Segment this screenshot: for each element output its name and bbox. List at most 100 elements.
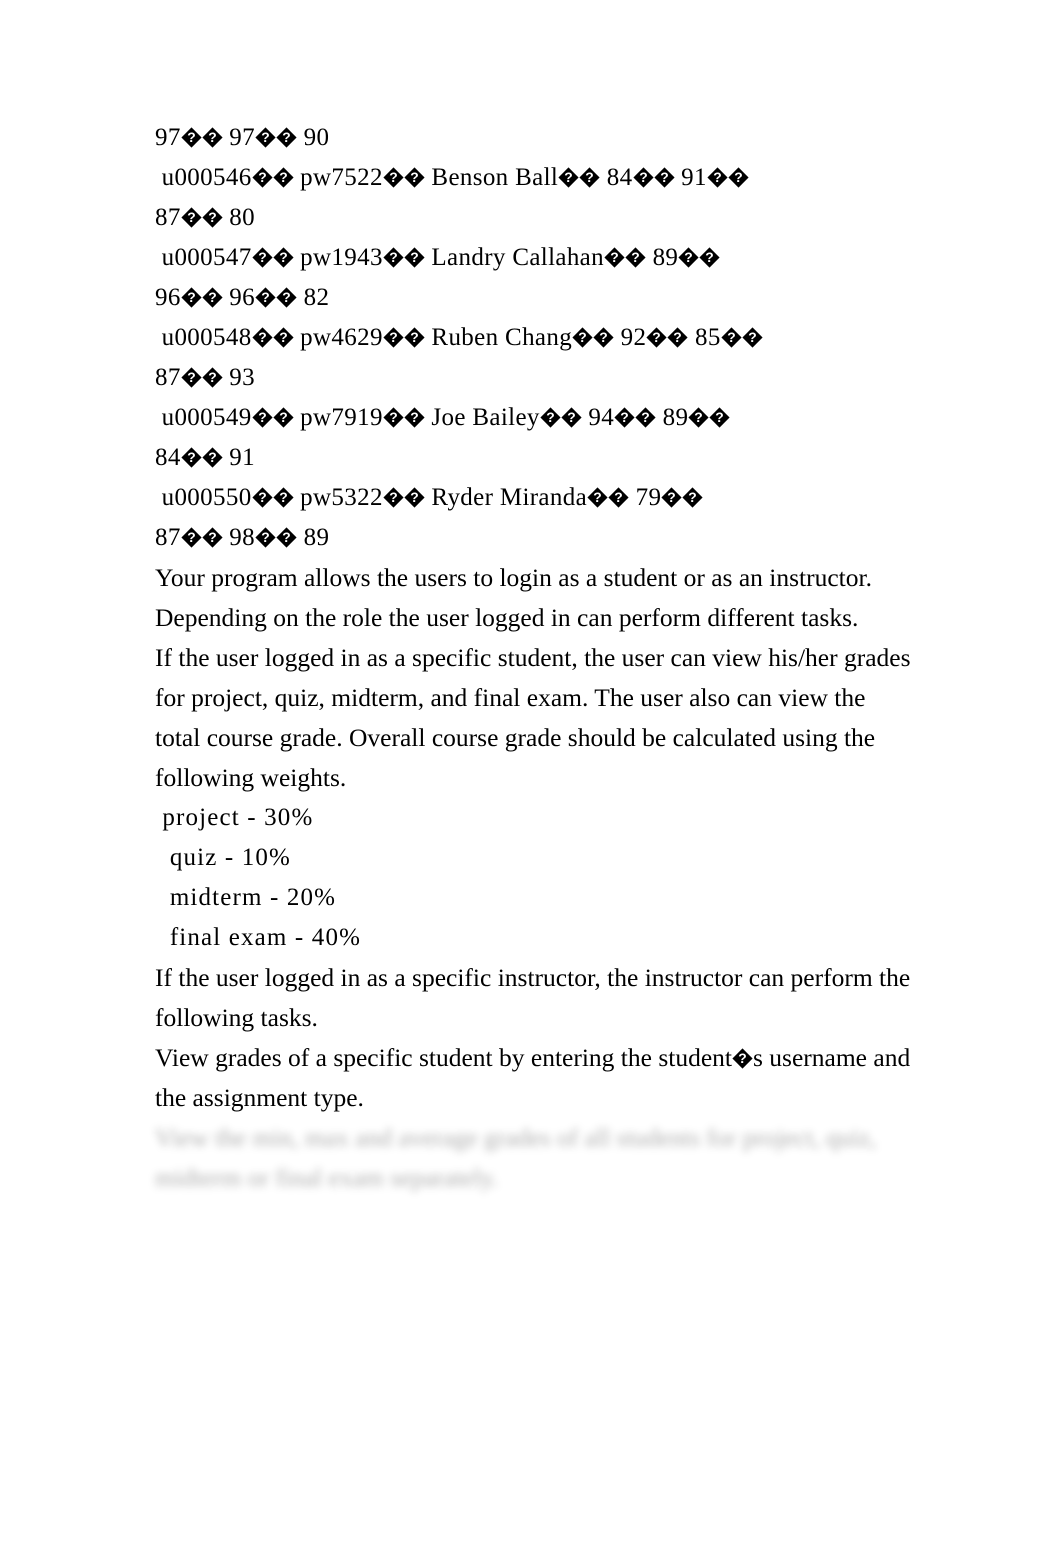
roster-line: u000547?? pw1943?? Landry Callahan?? 89?…	[155, 238, 915, 278]
svg-text:?: ?	[279, 169, 288, 185]
svg-text:?: ?	[261, 529, 270, 545]
svg-text:?: ?	[599, 329, 608, 345]
svg-text:?: ?	[410, 169, 419, 185]
svg-text:?: ?	[279, 409, 288, 425]
replacement-character-icon: ?	[632, 167, 654, 188]
svg-text:?: ?	[716, 409, 725, 425]
student-roster-block: 97?? 97?? 90 u000546?? pw7522?? Benson B…	[155, 118, 915, 558]
svg-text:?: ?	[279, 249, 288, 265]
replacement-character-icon: ?	[251, 407, 273, 428]
replacement-character-icon: ?	[255, 127, 276, 148]
replacement-character-icon: ?	[661, 487, 682, 508]
replacement-character-icon: ?	[572, 327, 593, 348]
svg-text:?: ?	[208, 209, 217, 225]
svg-text:?: ?	[620, 409, 629, 425]
weight-item-midterm: midterm - 20%	[155, 884, 337, 911]
replacement-character-icon: ?	[635, 407, 656, 428]
replacement-character-icon: ?	[742, 327, 763, 348]
svg-text:?: ?	[639, 169, 648, 185]
svg-text:?: ?	[282, 129, 291, 145]
replacement-character-icon: ?	[383, 407, 404, 428]
replacement-character-icon: ?	[699, 247, 720, 268]
replacement-character-icon: ?	[202, 287, 223, 308]
roster-line: u000546?? pw7522?? Benson Ball?? 84?? 91…	[155, 158, 915, 198]
replacement-character-icon: ?	[728, 167, 749, 188]
replacement-character-icon: ?	[667, 327, 688, 348]
grade-weights-list: project - 30% quiz - 10% midterm - 20% f…	[155, 798, 915, 958]
svg-text:?: ?	[187, 129, 196, 145]
svg-text:?: ?	[282, 289, 291, 305]
svg-text:?: ?	[614, 489, 623, 505]
replacement-character-icon: ?	[561, 407, 582, 428]
roster-line: u000548?? pw4629?? Ruben Chang?? 92?? 85…	[155, 318, 915, 358]
svg-text:?: ?	[585, 169, 594, 185]
svg-text:?: ?	[282, 529, 291, 545]
roster-line: 96?? 96?? 82	[155, 284, 330, 311]
roster-line: 87?? 98?? 89	[155, 524, 330, 551]
roster-line: u000550?? pw5322?? Ryder Miranda?? 79??	[155, 478, 915, 518]
replacement-character-icon: ?	[276, 127, 297, 148]
replacement-character-icon: ?	[558, 167, 579, 188]
svg-text:?: ?	[564, 169, 573, 185]
svg-text:?: ?	[631, 249, 640, 265]
svg-text:?: ?	[187, 449, 196, 465]
svg-text:?: ?	[610, 249, 619, 265]
replacement-character-icon: ?	[721, 327, 742, 348]
replacement-character-icon: ?	[251, 167, 273, 188]
svg-text:?: ?	[593, 489, 602, 505]
replacement-character-icon: ?	[593, 327, 614, 348]
roster-line: 97?? 97?? 90	[155, 124, 330, 151]
svg-text:?: ?	[713, 169, 722, 185]
svg-text:?: ?	[674, 329, 683, 345]
paragraph-instructor-tasks: If the user logged in as a specific inst…	[155, 963, 917, 1032]
replacement-character-icon: ?	[251, 487, 273, 508]
svg-text:?: ?	[389, 489, 398, 505]
replacement-character-icon: ?	[614, 407, 635, 428]
svg-text:?: ?	[578, 329, 587, 345]
svg-text:?: ?	[668, 489, 677, 505]
svg-text:?: ?	[410, 409, 419, 425]
replacement-character-icon: ?	[276, 287, 297, 308]
svg-text:?: ?	[261, 289, 270, 305]
replacement-character-icon: ?	[707, 167, 728, 188]
replacement-character-icon: ?	[181, 367, 202, 388]
svg-text:?: ?	[258, 489, 267, 505]
svg-text:?: ?	[261, 129, 270, 145]
replacement-character-icon: ?	[709, 407, 730, 428]
roster-line: u000549?? pw7919?? Joe Bailey?? 94?? 89?…	[155, 398, 915, 438]
replacement-character-icon: ?	[181, 447, 202, 468]
svg-text:?: ?	[653, 329, 662, 345]
replacement-character-icon: ?	[272, 247, 294, 268]
replacement-character-icon: ?	[272, 167, 294, 188]
replacement-character-icon: ?	[202, 127, 223, 148]
replacement-character-icon: ?	[688, 407, 709, 428]
replacement-character-icon: ?	[646, 327, 667, 348]
replacement-character-icon: ?	[276, 527, 297, 548]
svg-text:?: ?	[208, 129, 217, 145]
svg-text:?: ?	[695, 409, 704, 425]
svg-text:?: ?	[258, 329, 267, 345]
paragraph-task-statistics-blurred: View the min, max and average grades of …	[155, 1123, 883, 1192]
replacement-character-icon: ?	[404, 487, 425, 508]
replacement-character-icon: ?	[251, 327, 273, 348]
svg-text:?: ?	[738, 1050, 746, 1066]
replacement-character-icon: ?	[202, 447, 223, 468]
svg-text:?: ?	[706, 249, 715, 265]
svg-text:?: ?	[208, 529, 217, 545]
replacement-character-icon: ?	[732, 1048, 753, 1069]
svg-text:?: ?	[279, 329, 288, 345]
replacement-character-icon: ?	[181, 527, 202, 548]
replacement-character-icon: ?	[579, 167, 600, 188]
replacement-character-icon: ?	[202, 527, 223, 548]
roster-line: 87?? 93	[155, 364, 256, 391]
svg-text:?: ?	[410, 489, 419, 505]
svg-text:?: ?	[279, 489, 288, 505]
replacement-character-icon: ?	[404, 167, 425, 188]
weight-item-project: project - 30%	[155, 804, 314, 831]
svg-text:?: ?	[389, 169, 398, 185]
svg-text:?: ?	[258, 169, 267, 185]
replacement-character-icon: ?	[272, 487, 294, 508]
replacement-character-icon: ?	[383, 487, 404, 508]
paragraph-task-view-student-grades: View grades of a specific student by ent…	[155, 1043, 917, 1112]
replacement-character-icon: ?	[625, 247, 646, 268]
